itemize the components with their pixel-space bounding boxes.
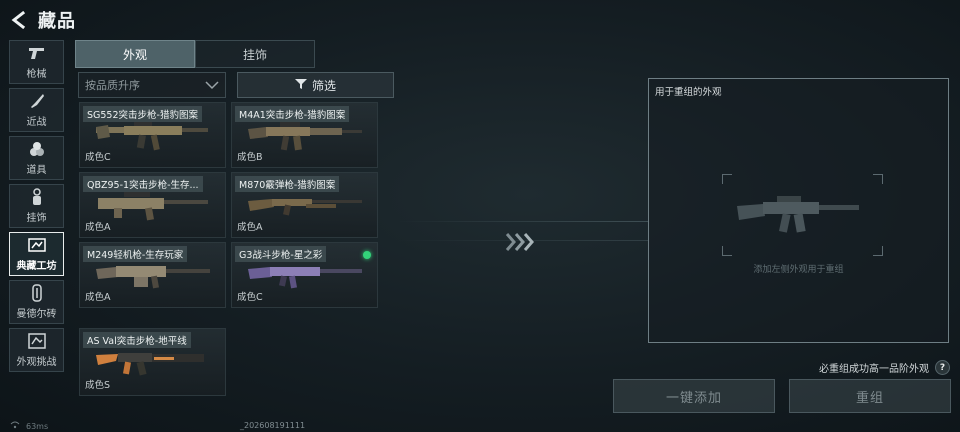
charm-icon [27,188,47,206]
category-label: 道具 [26,165,47,176]
category-label: 外观挑战 [16,357,57,368]
item-card[interactable]: M4A1突击步枪-猎豹图案 成色B [231,102,378,168]
category-workshop[interactable]: 典藏工坊 [9,232,64,276]
rifle-silhouette-icon [737,196,859,233]
category-challenge[interactable]: 外观挑战 [9,328,64,372]
category-label: 枪械 [26,69,47,80]
tab-appearance[interactable]: 外观 [75,40,195,68]
frame-corner [722,174,732,184]
item-grade: 成色A [85,292,111,303]
pistol-icon [27,44,47,62]
workshop-icon [27,236,47,254]
grenade-icon [27,140,47,158]
back-arrow-icon[interactable] [8,9,30,31]
item-card[interactable]: M870霰弹枪-猎豹图案 成色A [231,172,378,238]
forward-arrows-icon [505,231,537,257]
page-title: 藏品 [38,11,76,32]
recombine-note: 必重组成功高一品阶外观 ? [819,360,950,375]
frame-corner [722,246,732,256]
item-card[interactable]: G3战斗步枪-星之彩 成色C [231,242,378,308]
item-grade: 成色C [85,152,111,163]
item-card[interactable]: SG552突击步枪-猎豹图案 成色C [79,102,226,168]
item-grade: 成色B [237,152,263,163]
rifle-icon [248,267,362,289]
rifle-icon [98,192,208,221]
chevron-down-icon [205,79,219,94]
item-card[interactable]: AS Val突击步枪-地平线 成色S [79,328,226,396]
recombine-button[interactable]: 重组 [789,379,951,413]
help-icon[interactable]: ? [935,360,950,375]
knife-icon [27,92,47,110]
item-grade: 成色A [85,222,111,233]
frame-corner [873,246,883,256]
item-grade: 成色C [237,292,263,303]
tab-charms[interactable]: 挂饰 [195,40,315,68]
wifi-icon [10,421,20,431]
recombine-hint: 添加左侧外观用于重组 [753,265,844,275]
rifle-icon [96,122,208,151]
filter-label: 筛选 [311,78,336,93]
note-text: 必重组成功高一品阶外观 [819,364,929,375]
challenge-icon [27,332,47,350]
filter-icon [294,78,307,93]
shotgun-icon [248,199,362,216]
quick-add-button[interactable]: 一键添加 [613,379,775,413]
recombine-title: 用于重组的外观 [655,87,722,98]
filter-button[interactable]: 筛选 [237,72,394,98]
rifle-icon [96,353,204,376]
category-label: 典藏工坊 [16,261,57,272]
category-label: 曼德尔砖 [16,309,57,320]
tab-bar: 外观 挂饰 [75,40,315,68]
brick-icon [27,284,47,302]
version-text: _202608191111 [240,421,306,430]
frame-corner [873,174,883,184]
ping-text: 63ms [26,421,49,431]
category-melee[interactable]: 近战 [9,88,64,132]
category-guns[interactable]: 枪械 [9,40,64,84]
connector-line [398,221,648,222]
sort-dropdown[interactable]: 按品质升序 [78,72,226,98]
new-indicator-dot [363,251,371,259]
category-items[interactable]: 道具 [9,136,64,180]
category-label: 挂饰 [26,213,47,224]
header: 藏品 [8,6,76,34]
item-card[interactable]: QBZ95-1突击步枪-生存... 成色A [79,172,226,238]
item-grid: SG552突击步枪-猎豹图案 成色C M4A1突击步枪-猎豹图案 成色B QBZ… [79,102,395,414]
item-grade: 成色S [85,380,111,391]
item-card[interactable]: M249轻机枪-生存玩家 成色A [79,242,226,308]
machine-gun-icon [96,266,210,289]
category-sidebar: 枪械 近战 道具 挂饰 典藏工坊 曼德尔砖 外观挑战 [9,40,64,376]
item-grade: 成色A [237,222,263,233]
category-charms[interactable]: 挂饰 [9,184,64,228]
category-label: 近战 [26,117,47,128]
rifle-icon [248,122,362,151]
status-bar: 63ms [10,421,48,431]
category-mandel-brick[interactable]: 曼德尔砖 [9,280,64,324]
sort-label: 按品质升序 [85,79,140,92]
